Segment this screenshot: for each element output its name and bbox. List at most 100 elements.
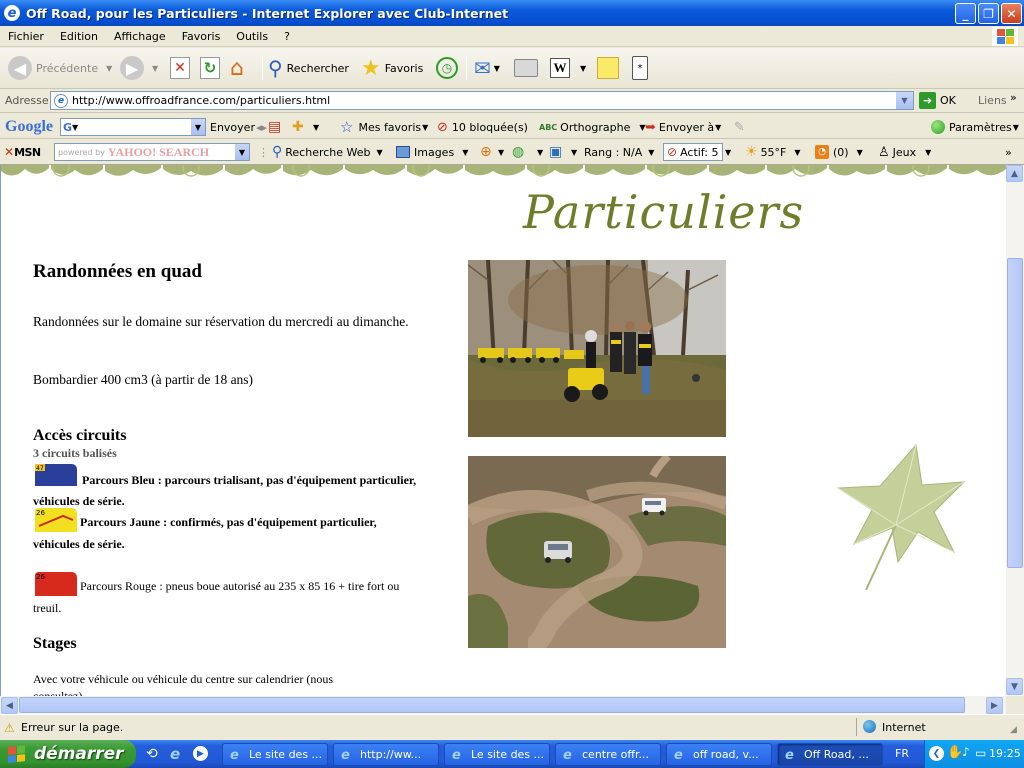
menu-favoris[interactable]: Favoris [174,30,229,43]
menu-help[interactable]: ? [276,30,298,43]
weather-button[interactable]: ☀ 55°F ▼ [745,143,801,161]
google-news-icon[interactable]: ▤ [268,118,281,136]
scroll-down-button[interactable]: ▼ [1006,678,1023,695]
blocked-popup-icon: ⊘ [437,119,448,135]
quicklaunch-browser-icon[interactable]: e [170,745,180,763]
notes-button[interactable] [597,54,619,82]
horizontal-scrollbar[interactable]: ◀ ▶ [0,696,1006,714]
print-button[interactable] [514,54,538,82]
task-button-5[interactable]: e off road, v... [666,743,772,766]
quad-description: Randonnées sur le domaine sur réservatio… [33,314,409,329]
system-tray: ❮ ✋ ♪ ▭ 19:25 [924,740,1024,768]
web-search-icon: ⚲ [272,144,283,160]
yahoo-search-field[interactable]: powered by YAHOO! SEARCH ▼ [54,143,250,161]
rss-button[interactable]: ◔ (0) ▼ [815,143,863,161]
tray-hand-icon[interactable]: ✋ [947,745,963,760]
target-icon[interactable]: ⊕ [480,143,492,161]
address-field[interactable]: e http://www.offroadfrance.com/particuli… [50,91,914,110]
history-button[interactable]: ◷ [436,54,458,82]
back-button[interactable]: ◀ Précédente ▼ [8,54,112,82]
active-blocker-button[interactable]: ⊘ Actif: 5 [663,143,723,161]
title-bar[interactable]: e Off Road, pour les Particuliers - Inte… [0,0,1024,26]
access-heading: Accès circuits [33,427,127,444]
go-button[interactable]: ➜ OK [919,92,956,109]
rank-button[interactable]: Rang : N/A ▼ [584,143,654,161]
edit-button[interactable]: W ▼ [550,54,586,82]
google-dropdown-icon[interactable]: ▼ [191,119,205,135]
images-button[interactable]: Images ▼ [396,143,468,161]
popup-blocker-button[interactable]: ⊘ 10 bloquée(s) [437,118,528,136]
web-search-button[interactable]: ⚲ Recherche Web ▼ [272,143,383,161]
task-button-3[interactable]: e Le site des ... [444,743,550,766]
stop-button[interactable]: ✕ [170,54,190,82]
quicklaunch-media-icon[interactable]: ▶ [193,746,208,761]
internet-zone-icon [863,720,876,733]
horizontal-scroll-thumb[interactable] [19,697,965,713]
task-ie-icon: e [563,748,572,763]
restore-button[interactable]: ❐ [978,3,999,24]
tray-expand-icon[interactable]: ❮ [929,746,944,761]
restore-icon: ❐ [983,6,994,21]
history-icon: ◷ [436,57,458,79]
search-toolbar: ✕ MSN powered by YAHOO! SEARCH ▼ ⋮ ⚲ Rec… [0,139,1024,165]
highlighter-icon[interactable]: ✎ [734,118,745,136]
google-search-field[interactable]: G ▼ ▼ [60,118,206,136]
google-send-button[interactable]: Envoyer [210,118,255,136]
links-button[interactable]: Liens [978,94,1007,107]
favorites-button[interactable]: ★ Favoris [361,54,423,82]
resize-grip[interactable]: ◢ [1010,725,1017,735]
mail-button[interactable]: ✉ ▼ [474,54,500,82]
refresh-button[interactable]: ↻ [200,54,220,82]
minimize-button[interactable]: _ [955,3,976,24]
warning-icon[interactable]: ⚠ [4,721,15,735]
scroll-right-button[interactable]: ▶ [986,697,1003,714]
scroll-corner [1006,696,1024,714]
tray-speaker-icon[interactable]: ♪ [962,745,970,759]
menu-affichage[interactable]: Affichage [106,30,174,43]
menu-edition[interactable]: Edition [52,30,106,43]
home-button[interactable]: ⌂ [230,54,244,82]
send-to-button[interactable]: ➥ Envoyer à ▼ [645,118,721,136]
address-dropdown-button[interactable]: ▼ [896,92,913,109]
task-button-1[interactable]: e Le site des ... [222,743,328,766]
close-icon: ✕ [1006,6,1017,21]
games-button[interactable]: ♙ Jeux ▼ [878,143,931,161]
phone-icon: * [632,56,648,80]
page-viewport[interactable]: Particuliers Randonnées en quad Randonné… [0,165,1006,696]
offroad-track-photo [468,456,726,648]
vertical-scroll-thumb[interactable] [1007,258,1023,568]
settings-button[interactable]: Paramètres ▼ [931,118,1019,136]
ie-icon: e [4,5,20,21]
toolbar-more-icon[interactable]: » [1005,143,1012,161]
windows-logo-icon [992,27,1018,46]
tray-monitor-icon[interactable]: ▭ [975,746,986,760]
forward-button[interactable]: ▶ ▼ [120,54,158,82]
quad-group-photo [468,260,726,437]
messenger-button[interactable]: * [632,54,648,82]
note-icon [597,57,619,79]
msn-butterfly-icon: ✕ [4,145,15,159]
spellcheck-button[interactable]: ABC Orthographe ▼ [539,118,646,136]
task-button-6-active[interactable]: e Off Road, ... [777,743,883,766]
search-button[interactable]: ⚲ Rechercher [268,54,349,82]
joystick-icon: ♙ [878,144,890,160]
my-favorites-button[interactable]: ☆ Mes favoris ▼ [340,118,428,136]
scroll-left-button[interactable]: ◀ [1,697,18,714]
language-indicator[interactable]: FR [895,747,909,760]
yahoo-dropdown-icon[interactable]: ▼ [235,144,249,160]
start-button[interactable]: démarrer [0,740,136,768]
close-button[interactable]: ✕ [1001,3,1022,24]
task-button-2[interactable]: e http://ww... [333,743,439,766]
menu-fichier[interactable]: Fichier [0,30,52,43]
task-ie-icon: e [452,748,461,763]
page-rank-icon[interactable]: ▣ [549,143,562,161]
quicklaunch-ie-icon[interactable]: ⟲ [146,746,158,762]
vertical-scrollbar[interactable]: ▲ ▼ [1006,165,1024,696]
google-puzzle-icon[interactable]: ✚ [292,118,304,136]
globe-icon[interactable]: ◍ [512,143,524,161]
menu-outils[interactable]: Outils [228,30,276,43]
url-text: http://www.offroadfrance.com/particulier… [72,94,331,107]
scroll-up-button[interactable]: ▲ [1006,165,1023,182]
refresh-icon: ↻ [200,57,220,79]
task-button-4[interactable]: e centre offr... [555,743,661,766]
